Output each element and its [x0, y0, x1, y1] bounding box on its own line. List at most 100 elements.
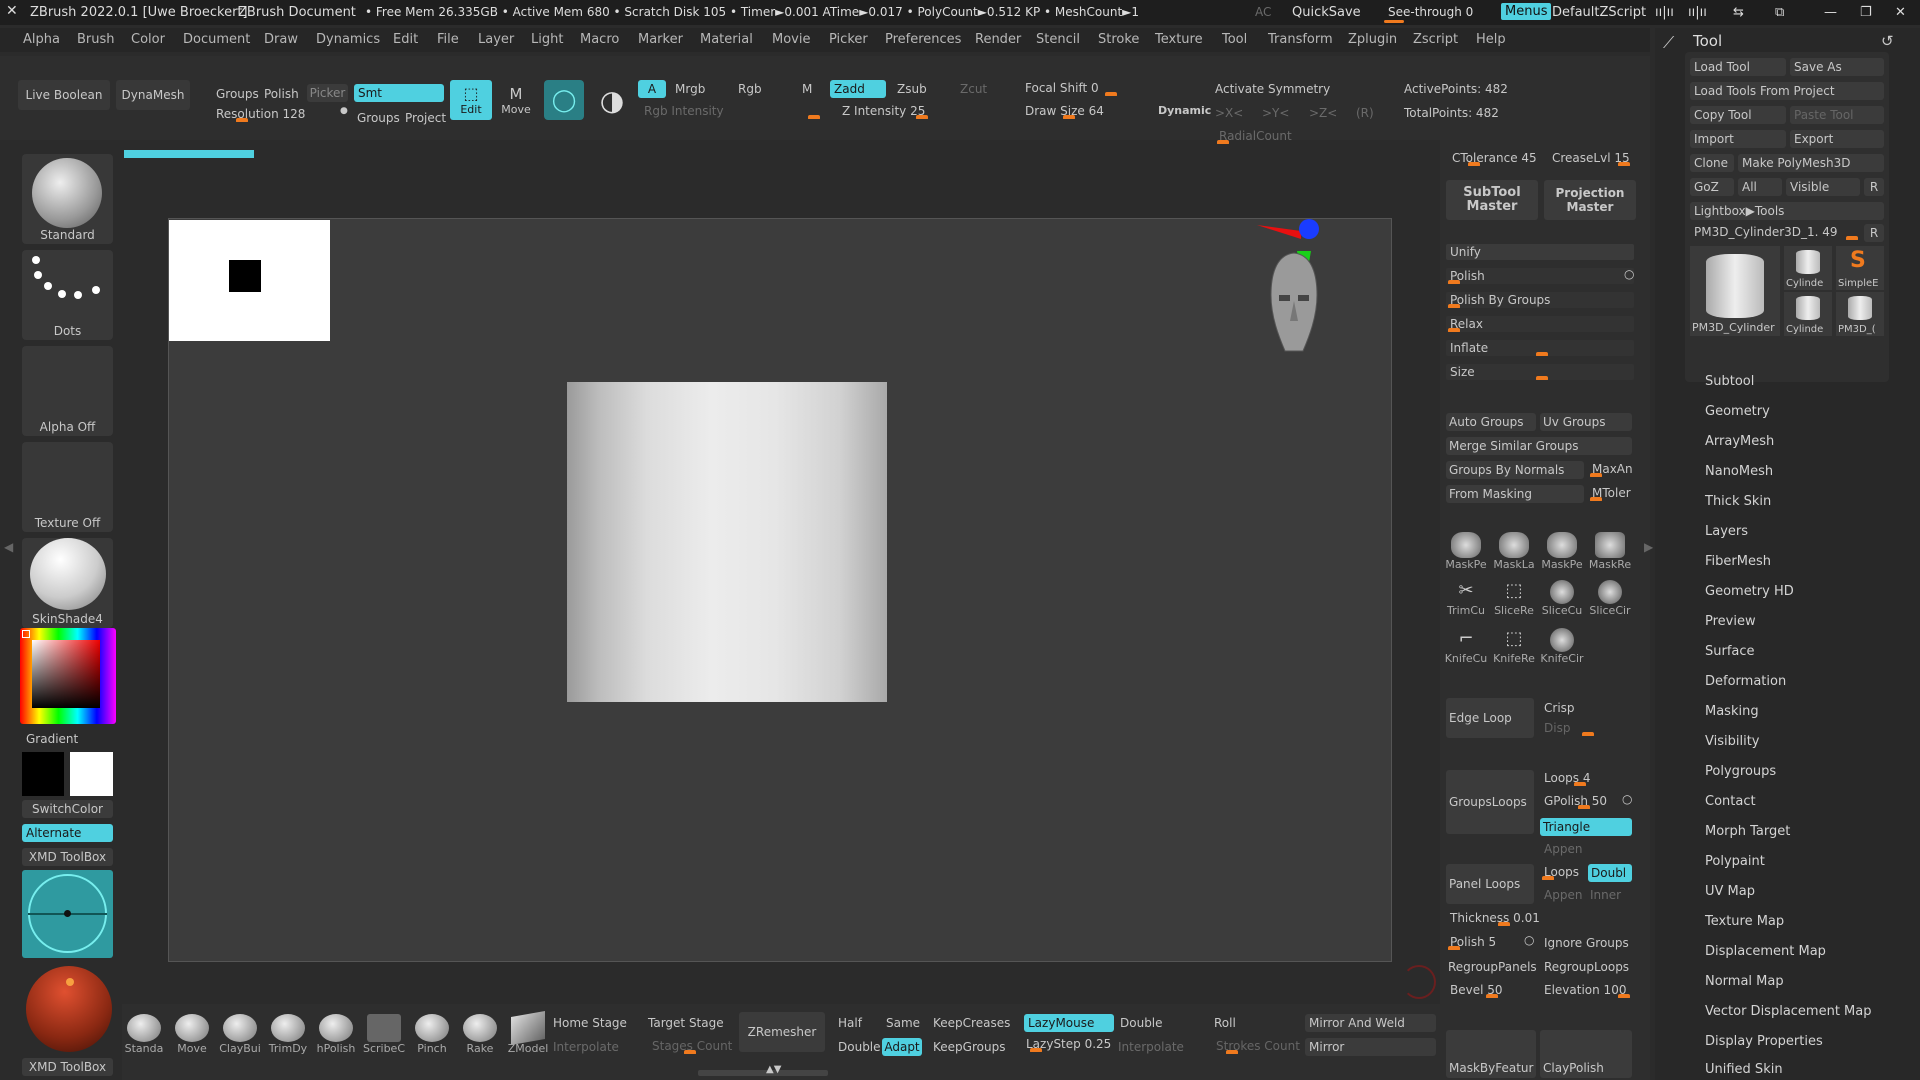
- subtool-master-button[interactable]: SubTool Master: [1446, 180, 1538, 220]
- brush-zmodeler-button[interactable]: ZModel: [506, 1011, 550, 1055]
- polish-toggle[interactable]: Polish: [264, 87, 299, 101]
- tool-thumb-cylinder[interactable]: Cylinde: [1784, 246, 1832, 290]
- z-intensity-slider[interactable]: Z Intensity 25: [838, 103, 998, 119]
- disp-slider[interactable]: Disp: [1540, 720, 1632, 736]
- tool-section-vector-displacement-map[interactable]: Vector Displacement Map: [1705, 1004, 1872, 1019]
- maskpen-brush[interactable]: MaskPe: [1444, 532, 1488, 571]
- quicksave-button[interactable]: QuickSave: [1292, 5, 1361, 20]
- dynamic-toggle[interactable]: Dynamic: [1158, 104, 1211, 117]
- paste-tool-button[interactable]: Paste Tool: [1790, 106, 1884, 124]
- symmetry-z-button[interactable]: >Z<: [1309, 106, 1337, 120]
- size-slider[interactable]: Size: [1446, 364, 1634, 380]
- texture-off-tile[interactable]: Texture Off: [22, 442, 113, 532]
- color-picker[interactable]: [20, 628, 116, 724]
- close-icon[interactable]: ✕: [1895, 5, 1906, 20]
- goz-all-button[interactable]: All: [1738, 178, 1782, 196]
- restore-icon[interactable]: ❐: [1860, 5, 1872, 20]
- collapse-arrow-icon[interactable]: ▲▼: [766, 1064, 781, 1075]
- slicerect-brush[interactable]: ⬚ SliceRe: [1492, 580, 1536, 617]
- see-through-slider[interactable]: See-through 0: [1388, 5, 1473, 19]
- document-canvas[interactable]: [168, 218, 1392, 962]
- xmd-toolbox-button-top[interactable]: XMD ToolBox: [22, 848, 113, 866]
- import-button[interactable]: Import: [1690, 130, 1786, 148]
- tool-section-fibermesh[interactable]: FiberMesh: [1705, 554, 1771, 569]
- panel-loops-button[interactable]: Panel Loops: [1446, 864, 1534, 904]
- polish-circle-icon[interactable]: ○: [1624, 267, 1634, 281]
- interpolate2-slider[interactable]: Interpolate: [1118, 1040, 1184, 1054]
- maskpen2-brush[interactable]: MaskPe: [1540, 532, 1584, 571]
- tool-section-uv-map[interactable]: UV Map: [1705, 884, 1755, 899]
- goz-r-button[interactable]: R: [1864, 178, 1884, 196]
- menu-render[interactable]: Render: [975, 32, 1021, 47]
- tool-section-geometry[interactable]: Geometry: [1705, 404, 1770, 419]
- tool-section-thick-skin[interactable]: Thick Skin: [1705, 494, 1771, 509]
- polish-by-groups-slider[interactable]: Polish By Groups: [1446, 292, 1634, 308]
- menu-dynamics[interactable]: Dynamics: [316, 32, 380, 47]
- tool-section-display-properties[interactable]: Display Properties: [1705, 1034, 1823, 1049]
- roll-button[interactable]: Roll: [1214, 1016, 1236, 1030]
- menu-edit[interactable]: Edit: [393, 32, 418, 47]
- menus-toggle[interactable]: Menus: [1501, 3, 1552, 20]
- maskrect-brush[interactable]: MaskRe: [1588, 532, 1632, 571]
- ac-label[interactable]: AC: [1255, 5, 1271, 19]
- menu-color[interactable]: Color: [131, 32, 165, 47]
- gizmo-widget[interactable]: [22, 870, 113, 958]
- loops4-slider[interactable]: Loops 4: [1540, 770, 1632, 786]
- focal-shift-slider[interactable]: Focal Shift 0: [1021, 80, 1201, 96]
- menu-file[interactable]: File: [437, 32, 459, 47]
- groupsloops-button[interactable]: GroupsLoops: [1446, 770, 1534, 834]
- menu-draw[interactable]: Draw: [264, 32, 298, 47]
- swap-icon[interactable]: ⇆: [1733, 5, 1744, 20]
- menu-stroke[interactable]: Stroke: [1098, 32, 1139, 47]
- trimcurve-brush[interactable]: ✂ TrimCu: [1444, 580, 1488, 617]
- tool-section-nanomesh[interactable]: NanoMesh: [1705, 464, 1773, 479]
- uv-groups-button[interactable]: Uv Groups: [1540, 413, 1632, 431]
- switchcolor-button[interactable]: SwitchColor: [22, 800, 113, 818]
- same-button[interactable]: Same: [886, 1016, 920, 1030]
- symmetry-y-button[interactable]: >Y<: [1262, 106, 1289, 120]
- minimize-icon[interactable]: —: [1824, 5, 1837, 20]
- tool-thumb-simplebrush[interactable]: S SimpleE: [1836, 246, 1884, 290]
- tool-palette-pin-icon[interactable]: ⟋: [1663, 33, 1674, 53]
- menu-picker[interactable]: Picker: [829, 32, 868, 47]
- menu-macro[interactable]: Macro: [580, 32, 619, 47]
- ctolerance-slider[interactable]: CTolerance 45: [1448, 150, 1546, 166]
- inflate-slider[interactable]: Inflate: [1446, 340, 1634, 356]
- creaselvl-slider[interactable]: CreaseLvl 15: [1548, 150, 1638, 166]
- half-button[interactable]: Half: [838, 1016, 862, 1030]
- brush-scribecurve-button[interactable]: ScribeC: [362, 1014, 406, 1055]
- thickness-slider[interactable]: Thickness 0.01: [1446, 910, 1546, 926]
- home-stage-button[interactable]: Home Stage: [553, 1016, 627, 1030]
- maskbyfeature-button[interactable]: MaskByFeatur: [1446, 1030, 1536, 1078]
- tool-section-polypaint[interactable]: Polypaint: [1705, 854, 1765, 869]
- activate-symmetry-button[interactable]: Activate Symmetry: [1215, 82, 1330, 96]
- copy-tool-button[interactable]: Copy Tool: [1690, 106, 1786, 124]
- projection-master-button[interactable]: Projection Master: [1544, 180, 1636, 220]
- panel-loops-slider[interactable]: Loops: [1540, 864, 1586, 880]
- navigation-thumbnail[interactable]: [169, 220, 330, 341]
- menu-layer[interactable]: Layer: [478, 32, 514, 47]
- merge-similar-groups-button[interactable]: Merge Similar Groups: [1446, 437, 1632, 455]
- knifecircle-brush[interactable]: KnifeCir: [1540, 628, 1584, 665]
- append-toggle[interactable]: Appen: [1544, 842, 1582, 856]
- menu-preferences[interactable]: Preferences: [885, 32, 961, 47]
- symmetry-r-button[interactable]: (R): [1356, 106, 1374, 120]
- slicecurve-brush[interactable]: SliceCu: [1540, 580, 1584, 617]
- clone-button[interactable]: Clone: [1690, 154, 1734, 172]
- inner-toggle[interactable]: Inner: [1590, 888, 1621, 902]
- brush-move-button[interactable]: Move: [170, 1014, 214, 1055]
- regroup-panels-toggle[interactable]: RegroupPanels: [1448, 960, 1537, 974]
- picker-button[interactable]: Picker: [307, 84, 348, 102]
- export-button[interactable]: Export: [1790, 130, 1884, 148]
- xmd-sphere-icon[interactable]: [26, 966, 112, 1052]
- project-toggle[interactable]: Project: [405, 111, 446, 125]
- brush-trimdynamic-button[interactable]: TrimDy: [266, 1014, 310, 1055]
- save-as-button[interactable]: Save As: [1790, 58, 1884, 76]
- edit-button[interactable]: ⬚ Edit: [450, 80, 492, 120]
- rotate-mode-button[interactable]: ◑: [592, 80, 632, 120]
- tool-section-geometry-hd[interactable]: Geometry HD: [1705, 584, 1794, 599]
- menu-zplugin[interactable]: Zplugin: [1348, 32, 1397, 47]
- tool-section-polygroups[interactable]: Polygroups: [1705, 764, 1776, 779]
- slicecircle-brush[interactable]: SliceCir: [1588, 580, 1632, 617]
- brush-rake-button[interactable]: Rake: [458, 1014, 502, 1055]
